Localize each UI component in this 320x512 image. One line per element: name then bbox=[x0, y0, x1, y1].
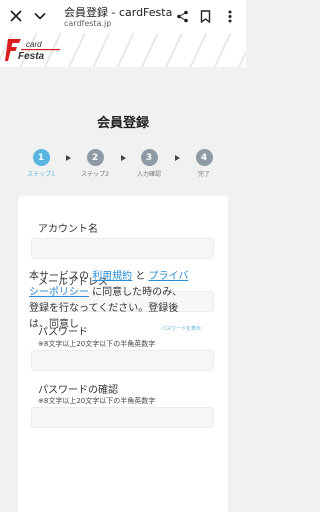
step-label: ステップ2 bbox=[81, 171, 109, 178]
step-arrow-icon bbox=[121, 155, 126, 161]
terms-prefix: 本サービスの bbox=[29, 271, 93, 282]
password-input[interactable] bbox=[31, 350, 214, 371]
terms-text: 本サービスの 利用規約 と プライバシーポリシー に同意した時のみ、登録を行なっ… bbox=[29, 269, 189, 333]
password-note: ※8文字以上20文字以下の半角英数字 bbox=[38, 340, 156, 348]
registration-form: アカウント名 メールアドレス パスワード パスワードを表示 ※8文字以上20文字… bbox=[18, 196, 228, 512]
svg-text:card: card bbox=[26, 40, 42, 49]
step-number: 3 bbox=[140, 149, 158, 166]
step-arrow-icon bbox=[175, 155, 180, 161]
cardfesta-logo[interactable]: card Festa bbox=[5, 38, 61, 62]
share-icon[interactable] bbox=[171, 5, 193, 27]
password-confirm-input[interactable] bbox=[31, 407, 214, 428]
terms-mid: と bbox=[132, 271, 149, 282]
step-number: 4 bbox=[195, 149, 213, 166]
tab-title: 会員登録 - cardFesta bbox=[64, 6, 173, 19]
step-label: 完了 bbox=[197, 171, 210, 178]
step-1: 1 ステップ1 bbox=[21, 149, 61, 178]
step-arrow-icon bbox=[66, 155, 71, 161]
bookmark-icon[interactable] bbox=[194, 5, 216, 27]
account-input[interactable] bbox=[31, 238, 214, 259]
password-confirm-label: パスワードの確認 bbox=[38, 385, 118, 396]
more-vert-icon[interactable] bbox=[219, 5, 241, 27]
step-2: 2 ステップ2 bbox=[75, 149, 115, 178]
step-number: 1 bbox=[32, 149, 50, 166]
page-title: 会員登録 bbox=[96, 116, 149, 131]
account-label: アカウント名 bbox=[38, 224, 98, 235]
step-label: ステップ1 bbox=[27, 171, 55, 178]
step-3: 3 入力確認 bbox=[129, 149, 169, 178]
password-confirm-note: ※8文字以上20文字以下の半角英数字 bbox=[38, 397, 156, 405]
step-label: 入力確認 bbox=[136, 171, 161, 178]
chevron-down-icon[interactable] bbox=[29, 5, 51, 27]
step-number: 2 bbox=[86, 149, 104, 166]
browser-toolbar: 会員登録 - cardFesta cardfesta.jp bbox=[0, 0, 246, 33]
step-4: 4 完了 bbox=[184, 149, 224, 178]
url-text[interactable]: cardfesta.jp bbox=[64, 19, 111, 28]
svg-text:Festa: Festa bbox=[18, 51, 45, 62]
close-icon[interactable] bbox=[5, 5, 27, 27]
site-header: card Festa bbox=[0, 33, 246, 67]
terms-link[interactable]: 利用規約 bbox=[92, 271, 132, 282]
